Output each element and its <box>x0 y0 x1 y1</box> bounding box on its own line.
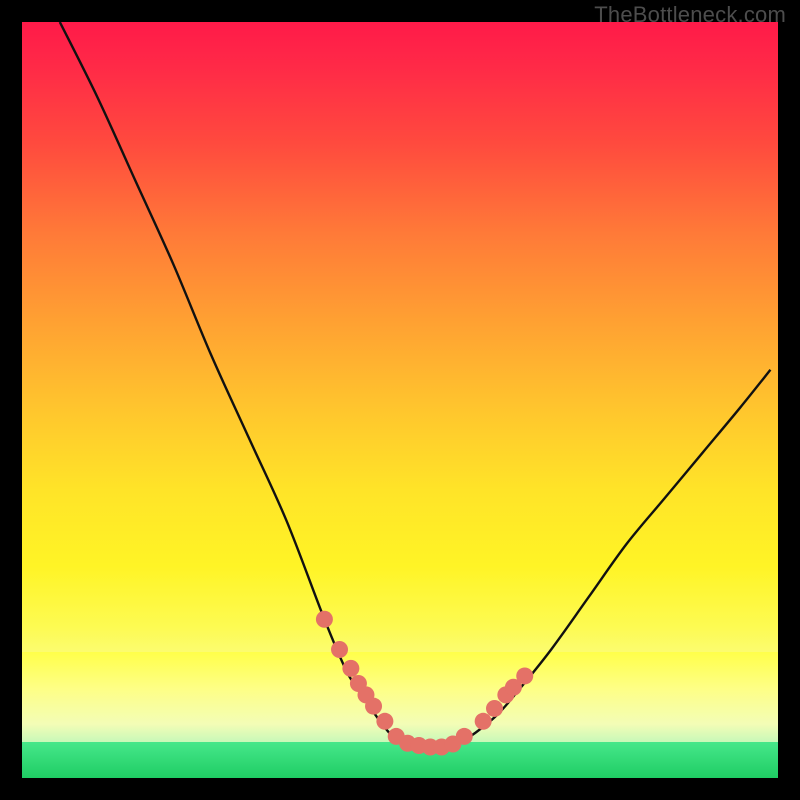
curve-marker <box>475 713 492 730</box>
bottleneck-curve <box>60 22 771 747</box>
chart-frame: TheBottleneck.com <box>0 0 800 800</box>
curve-marker <box>376 713 393 730</box>
curve-marker <box>342 660 359 677</box>
highlighted-points <box>316 611 533 756</box>
watermark-text: TheBottleneck.com <box>594 2 786 28</box>
curve-marker <box>516 667 533 684</box>
plot-area <box>22 22 778 778</box>
bottleneck-curve-path <box>60 22 771 747</box>
curve-marker <box>365 698 382 715</box>
curve-marker <box>331 641 348 658</box>
curve-layer-svg <box>22 22 778 778</box>
curve-marker <box>316 611 333 628</box>
curve-marker <box>486 700 503 717</box>
curve-marker <box>456 728 473 745</box>
